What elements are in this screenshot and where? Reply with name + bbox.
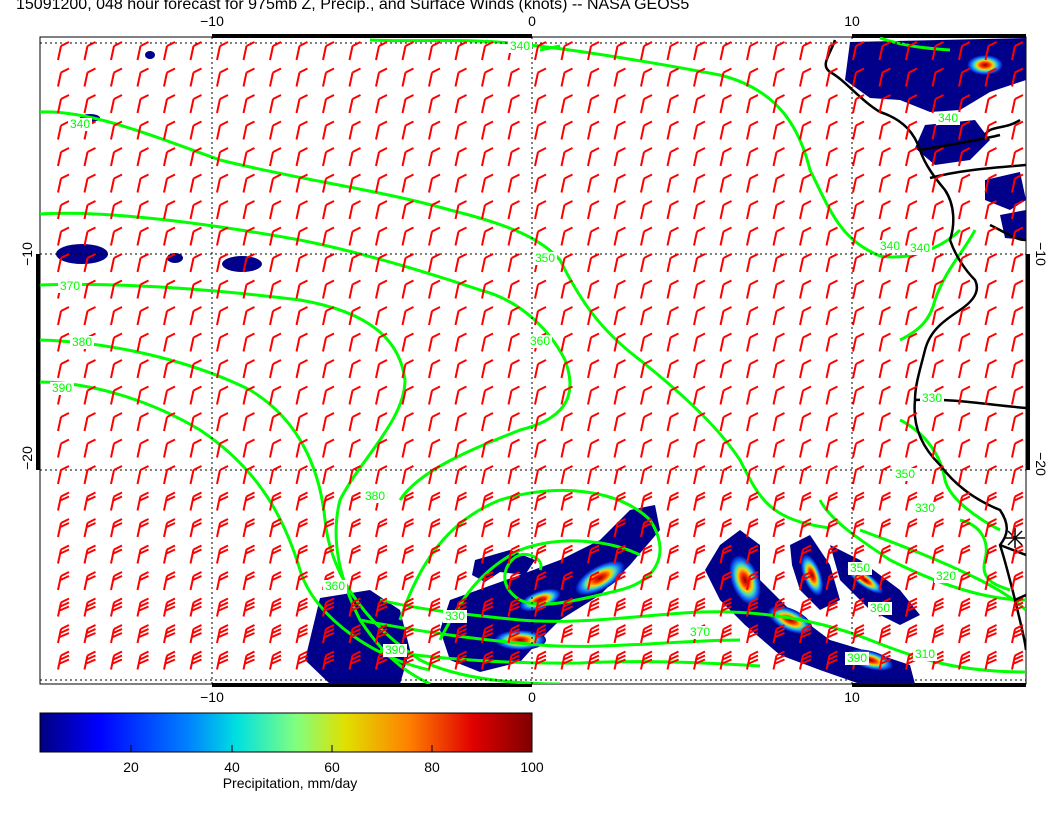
contour-label: 390 [847,651,867,665]
contour-label: 350 [850,561,870,575]
contour-label: 380 [72,335,92,349]
x-tick-top: 10 [844,13,860,29]
y-tick-right: −10 [1033,242,1049,266]
contour-label: 390 [52,381,72,395]
colorbar-tick: 100 [520,759,544,775]
x-tick-bottom: 0 [528,689,536,705]
contour-label: 390 [385,643,405,657]
colorbar-tick: 20 [123,759,139,775]
contour-label: 340 [70,117,90,131]
contour-label: 360 [325,579,345,593]
contour-label: 370 [690,625,710,639]
colorbar: 20 40 60 80 100 [39,712,544,775]
contour-label: 380 [365,489,385,503]
x-tick-bottom: −10 [200,689,224,705]
colorbar-tick: 60 [324,759,340,775]
precip-blob [222,256,262,272]
contour-label: 320 [936,569,956,583]
colorbar-gradient [39,712,533,753]
contour-label: 340 [910,241,930,255]
contour-label: 340 [938,111,958,125]
contour-label: 360 [530,334,550,348]
x-tick-bottom: 10 [844,689,860,705]
contour-label: 350 [895,467,915,481]
colorbar-tick: 80 [424,759,440,775]
contour-label: 330 [922,391,942,405]
y-tick-right: −20 [1033,452,1049,476]
contour-label: 310 [915,647,935,661]
forecast-map: 340 340 340 340 350 360 370 380 390 350 330 330 350 3… [19,13,1049,775]
contour-label: 360 [870,601,890,615]
contour-label: 350 [535,251,555,265]
y-tick-left: −10 [19,242,35,266]
colorbar-tick: 40 [224,759,240,775]
y-tick-left: −20 [19,446,35,470]
x-tick-top: −10 [200,13,224,29]
contour-label: 330 [445,609,465,623]
contour-label: 340 [510,39,530,53]
precip-blob [145,51,155,59]
colorbar-label: Precipitation, mm/day [222,775,358,791]
contour-label: 340 [880,239,900,253]
contour-label: 370 [60,279,80,293]
contour-label: 330 [915,501,935,515]
x-tick-top: 0 [528,13,536,29]
